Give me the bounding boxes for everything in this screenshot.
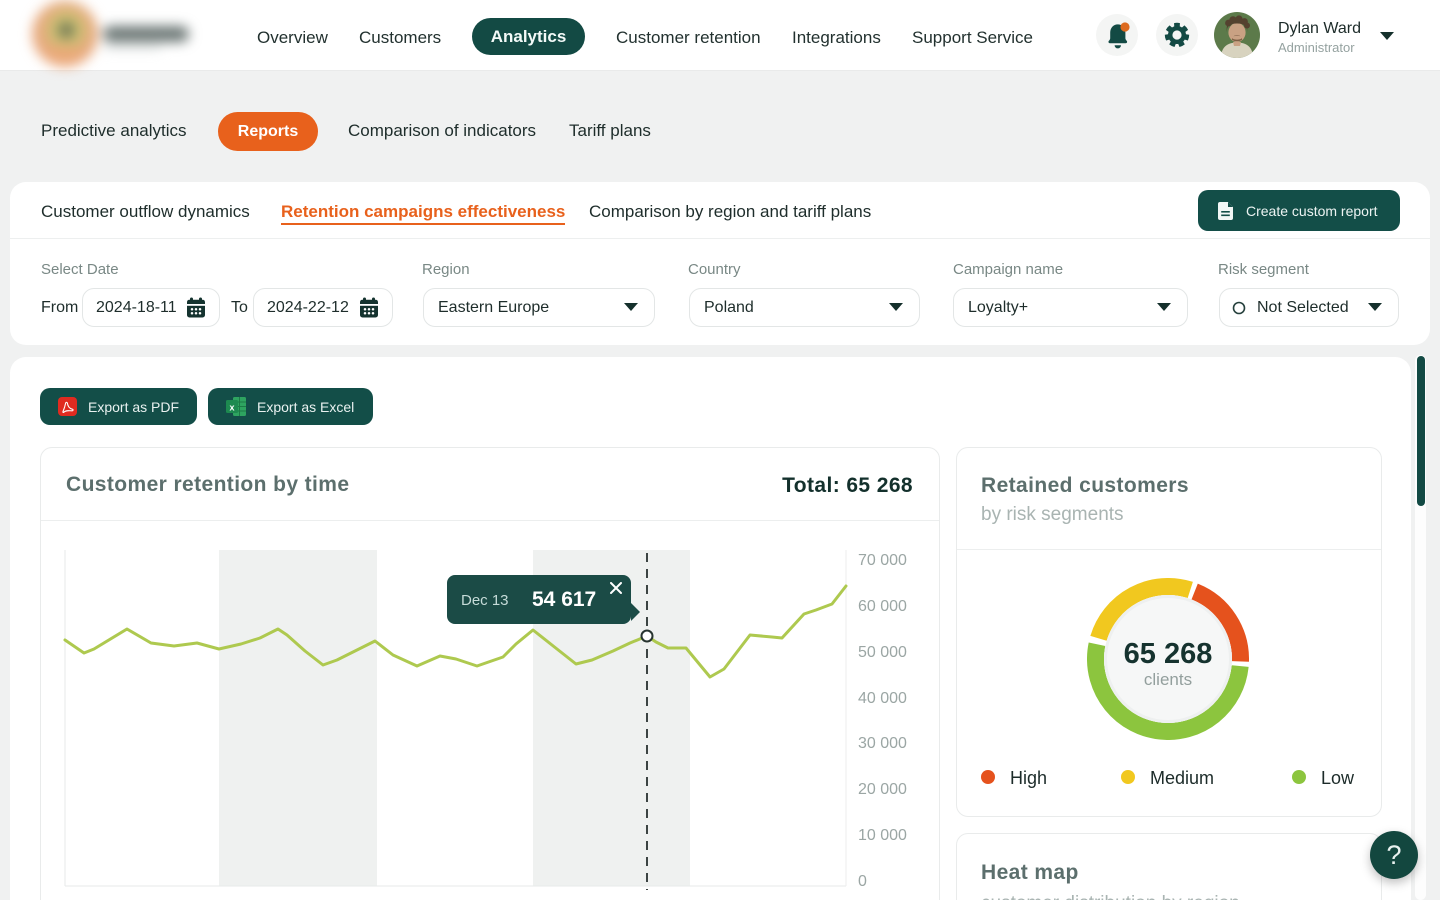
- svg-text:x: x: [229, 403, 234, 413]
